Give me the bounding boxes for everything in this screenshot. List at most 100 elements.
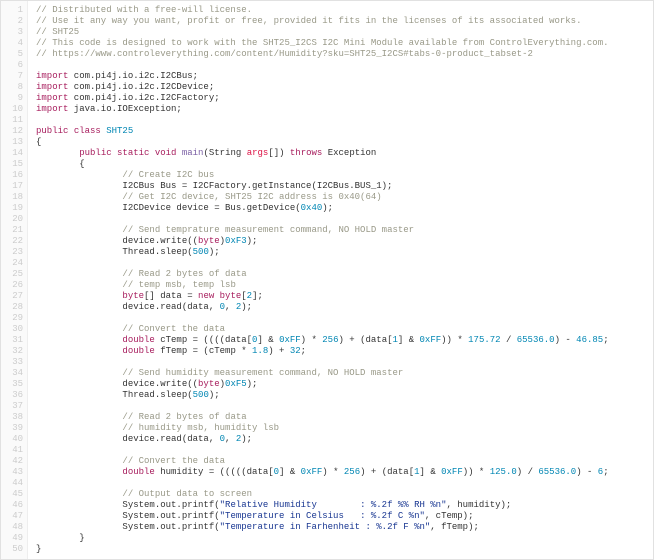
token: ) -	[576, 467, 598, 477]
code-line	[36, 313, 653, 324]
token: void	[155, 148, 177, 158]
code-line: // Send temprature measurement command, …	[36, 225, 653, 236]
line-number: 4	[1, 38, 23, 49]
code-line: import com.pi4j.io.i2c.I2CFactory;	[36, 93, 653, 104]
token: 256	[322, 335, 338, 345]
token: ) + (data[	[338, 335, 392, 345]
token: 46.85	[576, 335, 603, 345]
token: 32	[290, 346, 301, 356]
line-number: 35	[1, 379, 23, 390]
token: );	[209, 247, 220, 257]
token	[36, 269, 122, 279]
token	[36, 467, 122, 477]
token: I2CDevice device = Bus.getDevice(	[36, 203, 301, 213]
code-line: public static void main(String args[]) t…	[36, 148, 653, 159]
token: import	[36, 93, 68, 103]
code-line	[36, 115, 653, 126]
line-number: 33	[1, 357, 23, 368]
token: SHT25	[106, 126, 133, 136]
code-line: // Output data to screen	[36, 489, 653, 500]
token: // This code is designed to work with th…	[36, 38, 609, 48]
token: {	[36, 159, 85, 169]
token: );	[322, 203, 333, 213]
token: // temp msb, temp lsb	[122, 280, 235, 290]
line-number: 32	[1, 346, 23, 357]
token: System.out.printf(	[36, 522, 220, 532]
line-number: 5	[1, 49, 23, 60]
token: 256	[344, 467, 360, 477]
line-number-gutter: 1234567891011121314151617181920212223242…	[1, 1, 28, 559]
token: ) *	[301, 335, 323, 345]
line-number: 25	[1, 269, 23, 280]
token: (String	[203, 148, 246, 158]
token: byte	[198, 379, 220, 389]
line-number: 8	[1, 82, 23, 93]
line-number: 23	[1, 247, 23, 258]
token	[36, 291, 122, 301]
token: }	[36, 544, 41, 554]
line-number: 12	[1, 126, 23, 137]
token: byte	[220, 291, 242, 301]
line-number: 20	[1, 214, 23, 225]
token: 1.8	[252, 346, 268, 356]
token: ];	[252, 291, 263, 301]
code-line: device.write((byte)0xF5);	[36, 379, 653, 390]
code-line: I2CBus Bus = I2CFactory.getInstance(I2CB…	[36, 181, 653, 192]
token: [])	[268, 148, 290, 158]
token	[36, 423, 122, 433]
line-number: 31	[1, 335, 23, 346]
token: // Get I2C device, SHT25 I2C address is …	[122, 192, 381, 202]
token: main	[182, 148, 204, 158]
token: System.out.printf(	[36, 511, 220, 521]
token: ) /	[517, 467, 539, 477]
line-number: 47	[1, 511, 23, 522]
token: device.write((	[36, 236, 198, 246]
line-number: 41	[1, 445, 23, 456]
token: , humidity);	[446, 500, 511, 510]
line-number: 49	[1, 533, 23, 544]
line-number: 29	[1, 313, 23, 324]
token: );	[209, 390, 220, 400]
token: 500	[193, 390, 209, 400]
token: );	[247, 379, 258, 389]
token: byte	[198, 236, 220, 246]
token: 0xFF	[301, 467, 323, 477]
token: // https://www.controleverything.com/con…	[36, 49, 533, 59]
line-number: 10	[1, 104, 23, 115]
line-number: 42	[1, 456, 23, 467]
token	[36, 170, 122, 180]
code-line: // Distributed with a free-will license.	[36, 5, 653, 16]
code-line: device.read(data, 0, 2);	[36, 302, 653, 313]
token: ;	[301, 346, 306, 356]
code-line: System.out.printf("Temperature in Farhen…	[36, 522, 653, 533]
token: import	[36, 71, 68, 81]
token	[36, 280, 122, 290]
line-number: 19	[1, 203, 23, 214]
token: 0xF3	[225, 236, 247, 246]
line-number: 28	[1, 302, 23, 313]
token: Thread.sleep(	[36, 247, 193, 257]
token: 0xFF	[420, 335, 442, 345]
token: Thread.sleep(	[36, 390, 193, 400]
token: // Convert the data	[122, 324, 225, 334]
line-number: 18	[1, 192, 23, 203]
token: 0xFF	[441, 467, 463, 477]
code-line: // Read 2 bytes of data	[36, 412, 653, 423]
line-number: 43	[1, 467, 23, 478]
token: "Temperature in Celsius : %.2f C %n"	[220, 511, 425, 521]
token: 65536.0	[517, 335, 555, 345]
code-line	[36, 214, 653, 225]
token: com.pi4j.io.i2c.I2CFactory;	[68, 93, 219, 103]
token: // Output data to screen	[122, 489, 252, 499]
line-number: 50	[1, 544, 23, 555]
token: com.pi4j.io.i2c.I2CDevice;	[68, 82, 214, 92]
line-number: 36	[1, 390, 23, 401]
code-line: import java.io.IOException;	[36, 104, 653, 115]
token: , cTemp);	[425, 511, 474, 521]
token: com.pi4j.io.i2c.I2CBus;	[68, 71, 198, 81]
line-number: 9	[1, 93, 23, 104]
token: // Convert the data	[122, 456, 225, 466]
token: ] &	[279, 467, 301, 477]
code-container: 1234567891011121314151617181920212223242…	[1, 1, 653, 559]
token: 0xF5	[225, 379, 247, 389]
